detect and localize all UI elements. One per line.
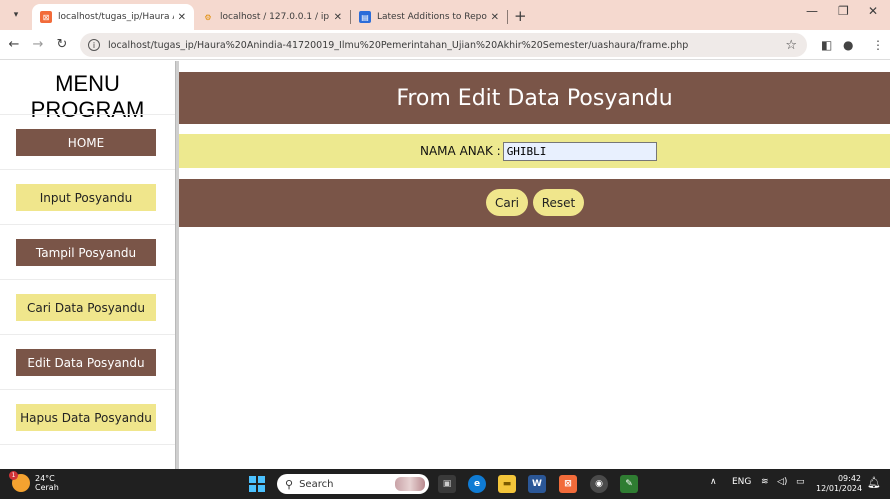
doc-icon: ▤ [359,11,371,23]
menu-item-hapus-data-posyandu[interactable]: Hapus Data Posyandu [16,404,156,431]
notepad-icon[interactable]: ✎ [620,475,638,493]
tab-search-dropdown[interactable]: ▾ [4,3,28,27]
system-clock[interactable]: 09:42 12/01/2024 [816,474,863,494]
xampp-icon: ⊠ [40,11,52,23]
notification-bell-icon[interactable]: 🔔︎ [867,476,881,489]
menu-item-tampil-posyandu[interactable]: Tampil Posyandu [16,239,156,266]
menu-item-edit-data-posyandu[interactable]: Edit Data Posyandu [16,349,156,376]
clock-time: 09:42 [837,474,861,483]
minimize-icon[interactable]: — [806,4,818,18]
xampp-taskbar-icon[interactable]: ⊠ [559,475,577,493]
nama-anak-label: NAMA ANAK : [420,144,501,158]
tab-close-icon[interactable]: ✕ [178,12,186,23]
chevron-up-icon[interactable]: ∧ [710,477,717,487]
reload-icon[interactable]: ↻ [52,37,72,52]
back-icon[interactable]: ← [4,37,24,52]
menu-item-cari-data-posyandu[interactable]: Cari Data Posyandu [16,294,156,321]
wifi-icon[interactable]: ≋ [761,477,769,487]
nama-anak-input[interactable] [502,141,657,161]
url-input[interactable]: i localhost/tugas_ip/Haura%20Anindia-417… [80,33,807,57]
weather-temp: 24°C [35,474,55,483]
windows-taskbar: 1 24°C Cerah ⚲ Search ▣ e ▬ W ⊠ ◉ ✎ ∧ EN… [0,469,890,499]
tab-separator [507,10,508,24]
taskbar-search[interactable]: ⚲ Search [277,474,429,494]
profile-avatar-icon[interactable]: ● [843,38,853,52]
menu-item-input-posyandu[interactable]: Input Posyandu [16,184,156,211]
menu-frame: MENU PROGRAM HOME Input Posyandu Tampil … [0,61,175,469]
chevron-down-icon: ▾ [13,10,19,20]
cari-button[interactable]: Cari [486,189,528,216]
browser-tab-strip: ▾ ⊠ localhost/tugas_ip/Haura Anind ✕ ⚙ l… [0,0,890,30]
new-tab-icon[interactable]: + [514,7,527,25]
tab-close-icon[interactable]: ✕ [491,12,499,23]
notification-badge-icon: 1 [9,471,18,480]
form-field-row: NAMA ANAK : [179,134,890,168]
volume-icon[interactable]: ◁) [777,477,787,487]
tab-close-icon[interactable]: ✕ [334,12,342,23]
weather-desc: Cerah [35,483,59,492]
menu-row: Tampil Posyandu [0,224,175,279]
search-label: Search [299,478,334,490]
page-title: From Edit Data Posyandu [179,72,890,124]
windows-start-icon[interactable] [249,476,265,492]
tab-title: Latest Additions to Repository [377,12,487,22]
language-indicator[interactable]: ENG [732,477,751,487]
forward-icon[interactable]: → [28,37,48,52]
kebab-menu-icon[interactable]: ⋮ [872,38,884,52]
tab-title: localhost / 127.0.0.1 / ip / perc [220,12,330,22]
word-icon[interactable]: W [528,475,546,493]
form-button-row: Cari Reset [179,179,890,227]
chrome-icon[interactable]: ◉ [590,475,608,493]
url-text: localhost/tugas_ip/Haura%20Anindia-41720… [108,39,689,51]
phpmyadmin-icon: ⚙ [204,12,212,22]
bookmark-star-icon[interactable]: ☆ [785,38,797,53]
task-view-icon[interactable]: ▣ [438,475,456,493]
menu-row [0,444,175,469]
site-info-icon[interactable]: i [88,39,100,51]
tab-title: localhost/tugas_ip/Haura Anind [58,12,174,22]
clock-date: 12/01/2024 [816,484,863,493]
tab-active[interactable]: ⊠ localhost/tugas_ip/Haura Anind ✕ [32,4,194,30]
menu-row: Hapus Data Posyandu [0,389,175,444]
address-bar: ← → ↻ i localhost/tugas_ip/Haura%20Anind… [0,30,890,60]
menu-row: HOME [0,114,175,169]
restore-icon[interactable]: ❐ [838,4,849,18]
file-explorer-icon[interactable]: ▬ [498,475,516,493]
menu-item-home[interactable]: HOME [16,129,156,156]
sidepanel-icon[interactable]: ◧ [821,38,832,52]
weather-widget[interactable]: 1 24°C Cerah [9,471,59,492]
reset-button[interactable]: Reset [533,189,584,216]
menu-row: Cari Data Posyandu [0,279,175,334]
edge-icon[interactable]: e [468,475,486,493]
content-frame: From Edit Data Posyandu NAMA ANAK : Cari… [179,61,890,469]
tab-phpmyadmin[interactable]: ⚙ localhost / 127.0.0.1 / ip / perc ✕ [194,4,350,30]
search-highlight-art [395,477,425,491]
menu-row: Input Posyandu [0,169,175,224]
battery-icon[interactable]: ▭ [796,477,805,487]
search-icon: ⚲ [285,477,294,491]
close-window-icon[interactable]: ✕ [868,4,878,18]
menu-row: Edit Data Posyandu [0,334,175,389]
weather-sun-icon: 1 [9,471,30,492]
tab-repository[interactable]: ▤ Latest Additions to Repository ✕ [351,4,507,30]
